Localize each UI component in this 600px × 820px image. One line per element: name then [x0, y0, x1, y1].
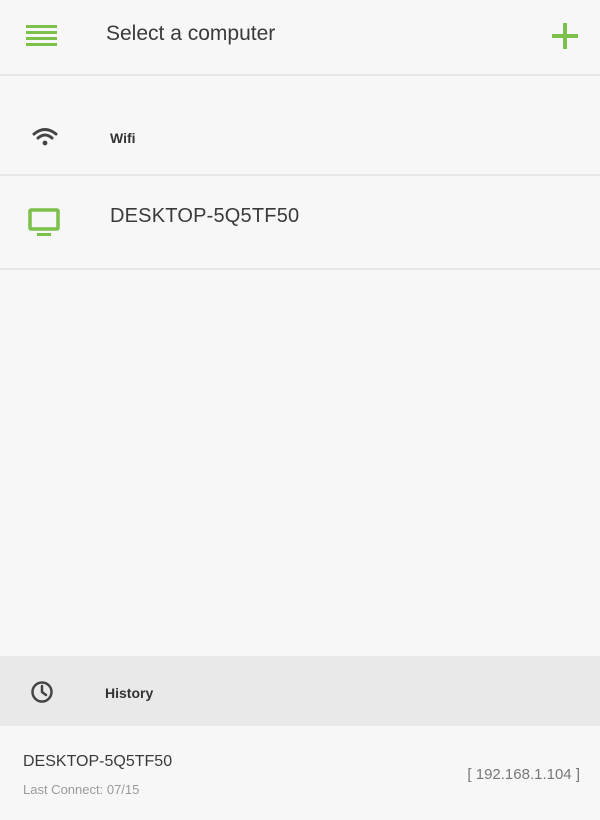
history-label: History: [105, 685, 154, 701]
top-bar: Select a computer: [0, 0, 600, 76]
last-connect-label: Last Connect:: [23, 782, 104, 797]
computer-name: DESKTOP-5Q5TF50: [110, 205, 300, 227]
clock-icon: [30, 680, 54, 704]
last-connect-text: Last Connect: 07/15: [23, 782, 139, 797]
monitor-icon: [28, 208, 62, 238]
history-ip-address: [ 192.168.1.104 ]: [467, 766, 580, 783]
last-connect-date: 07/15: [106, 782, 140, 797]
history-list-item[interactable]: DESKTOP-5Q5TF50 Last Connect: 07/15 [ 19…: [0, 726, 600, 820]
plus-icon[interactable]: [550, 21, 580, 51]
page-title: Select a computer: [106, 22, 276, 45]
history-section-header: History: [0, 656, 600, 726]
wifi-icon: [32, 127, 58, 147]
menu-icon[interactable]: [26, 24, 58, 48]
wifi-section-header: Wifi: [0, 100, 600, 176]
wifi-label: Wifi: [110, 130, 136, 146]
computer-list-item[interactable]: DESKTOP-5Q5TF50: [0, 176, 600, 270]
history-computer-name: DESKTOP-5Q5TF50: [23, 753, 173, 770]
